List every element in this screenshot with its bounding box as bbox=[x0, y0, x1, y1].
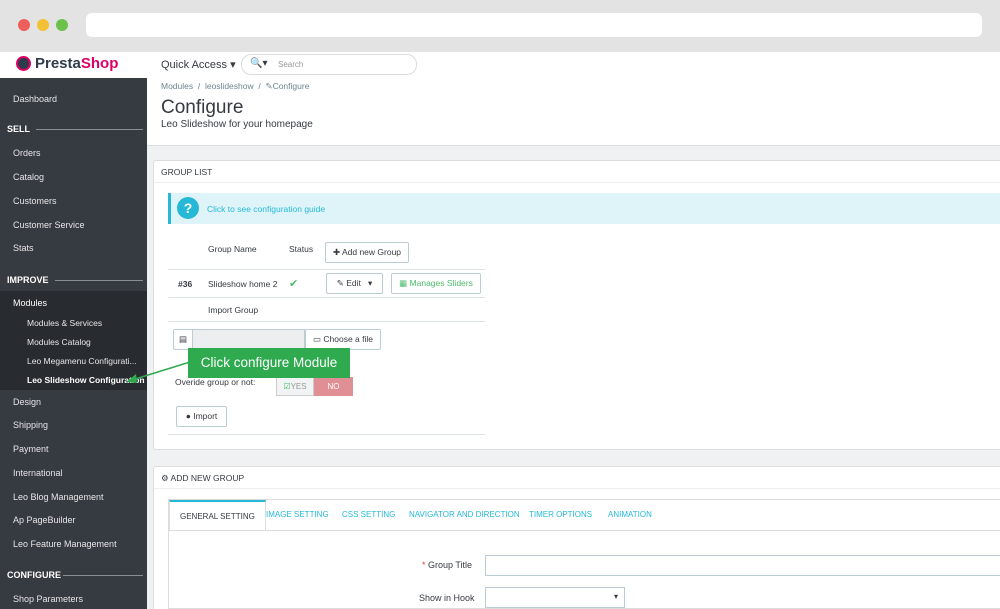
sidebar-item-leo-blog[interactable]: Leo Blog Management bbox=[0, 485, 147, 509]
logo-text-a: Presta bbox=[35, 55, 81, 72]
close-window-button[interactable] bbox=[18, 19, 30, 31]
row-divider bbox=[168, 434, 485, 435]
choose-file-button[interactable]: ▭ Choose a file bbox=[305, 329, 381, 350]
sidebar-section-improve: IMPROVE bbox=[0, 272, 147, 288]
tab-animation[interactable]: ANIMATION bbox=[608, 500, 652, 530]
sidebar-item-ap-pagebuilder[interactable]: Ap PageBuilder bbox=[0, 508, 147, 532]
top-bar: Quick Access ▾ 🔍▾ Search bbox=[147, 52, 1000, 78]
page-subtitle: Leo Slideshow for your homepage bbox=[161, 119, 313, 130]
show-in-hook-select[interactable]: ▾ bbox=[485, 587, 625, 608]
status-check-icon[interactable]: ✔ bbox=[289, 277, 298, 290]
sidebar-item-orders[interactable]: Orders bbox=[0, 141, 147, 165]
group-name: Slideshow home 2 bbox=[208, 279, 278, 289]
group-list-panel: GROUP LIST ? Click to see configuration … bbox=[153, 160, 1000, 450]
config-guide-alert: ? Click to see configuration guide bbox=[168, 193, 1000, 224]
tab-navigator-direction[interactable]: NAVIGATOR AND DIRECTION bbox=[409, 500, 520, 530]
tab-timer-options[interactable]: TIMER OPTIONS bbox=[529, 500, 592, 530]
circle-arrow-icon: ● bbox=[185, 411, 191, 421]
sidebar-item-dashboard[interactable]: Dashboard bbox=[0, 87, 147, 111]
sidebar-item-stats[interactable]: Stats bbox=[0, 236, 147, 260]
breadcrumb-modules[interactable]: Modules bbox=[161, 81, 193, 91]
question-icon: ? bbox=[177, 197, 199, 219]
caret-down-icon: ▾ bbox=[613, 592, 618, 601]
sidebar-item-payment[interactable]: Payment bbox=[0, 437, 147, 461]
breadcrumb-leoslideshow[interactable]: leoslideshow bbox=[205, 81, 254, 91]
breadcrumb-configure: Configure bbox=[272, 81, 310, 91]
import-group-label: Import Group bbox=[208, 305, 259, 315]
tab-css-setting[interactable]: CSS SETTING bbox=[342, 500, 395, 530]
show-in-hook-label: Show in Hook bbox=[419, 593, 475, 603]
sidebar-item-shipping[interactable]: Shipping bbox=[0, 413, 147, 437]
browser-chrome bbox=[0, 0, 1000, 52]
group-title-input[interactable] bbox=[485, 555, 1000, 576]
plus-icon: ✚ bbox=[332, 247, 341, 257]
sidebar-section-sell: SELL bbox=[0, 121, 147, 137]
sidebar-item-catalog[interactable]: Catalog bbox=[0, 165, 147, 189]
search-input[interactable]: Search bbox=[278, 60, 303, 69]
override-yes-toggle[interactable]: ☑YES bbox=[276, 377, 314, 396]
search-box[interactable]: 🔍▾ Search bbox=[241, 54, 417, 75]
page-title: Configure bbox=[161, 97, 244, 118]
override-no-toggle[interactable]: NO bbox=[314, 377, 353, 396]
search-icon[interactable]: 🔍▾ bbox=[250, 58, 267, 69]
caret-down-icon[interactable]: ▾ bbox=[368, 278, 372, 288]
check-icon: ☑ bbox=[283, 382, 291, 391]
sidebar-subitem-modules-services[interactable]: Modules & Services bbox=[0, 314, 147, 333]
address-bar[interactable] bbox=[86, 13, 982, 37]
sidebar-item-leo-feature[interactable]: Leo Feature Management bbox=[0, 532, 147, 556]
file-icon[interactable]: ▤ bbox=[173, 329, 193, 350]
manages-sliders-button[interactable]: ▦ Manages Sliders bbox=[391, 273, 481, 294]
row-divider bbox=[168, 321, 485, 322]
tab-image-setting[interactable]: IMAGE SETTING bbox=[266, 500, 329, 530]
add-new-group-heading: ADD NEW GROUP bbox=[170, 473, 245, 483]
pencil-icon: ✎ bbox=[336, 278, 344, 288]
sidebar-subitem-modules-catalog[interactable]: Modules Catalog bbox=[0, 333, 147, 352]
callout-click-configure-module: Click configure Module bbox=[188, 348, 350, 378]
col-group-name: Group Name bbox=[208, 244, 257, 254]
folder-icon: ▭ bbox=[312, 334, 322, 344]
main-content: Quick Access ▾ 🔍▾ Search Modules / leosl… bbox=[147, 52, 1000, 609]
prestashop-logo-icon bbox=[16, 56, 31, 71]
sidebar-item-shop-parameters[interactable]: Shop Parameters bbox=[0, 587, 147, 609]
sidebar-item-customers[interactable]: Customers bbox=[0, 189, 147, 213]
sidebar-section-configure: CONFIGURE bbox=[0, 567, 147, 583]
import-button[interactable]: ● Import bbox=[176, 406, 227, 427]
sidebar-item-modules[interactable]: Modules bbox=[0, 291, 147, 315]
group-id: #36 bbox=[178, 279, 193, 289]
film-icon: ▦ bbox=[399, 278, 408, 288]
logo-text-b: Shop bbox=[80, 55, 119, 72]
row-divider bbox=[168, 269, 485, 270]
page-header: Modules / leoslideshow / ✎Configure Conf… bbox=[147, 78, 1000, 146]
prestashop-logo[interactable]: PrestaShop bbox=[0, 52, 147, 78]
file-path-input[interactable] bbox=[192, 329, 305, 350]
group-list-heading: GROUP LIST bbox=[154, 161, 1000, 183]
maximize-window-button[interactable] bbox=[56, 19, 68, 31]
minimize-window-button[interactable] bbox=[37, 19, 49, 31]
gears-icon: ⚙ bbox=[161, 473, 169, 483]
sidebar-item-customer-service[interactable]: Customer Service bbox=[0, 213, 147, 237]
add-new-group-button[interactable]: ✚ Add new Group bbox=[325, 242, 409, 263]
sidebar-item-design[interactable]: Design bbox=[0, 390, 147, 414]
col-status: Status bbox=[289, 244, 314, 254]
group-title-label: * Group Title bbox=[422, 560, 473, 570]
add-new-group-panel: ⚙ ADD NEW GROUP GENERAL SETTING IMAGE SE… bbox=[153, 466, 1000, 609]
sidebar-item-international[interactable]: International bbox=[0, 461, 147, 485]
wrench-icon: ✎ bbox=[265, 81, 273, 91]
edit-button[interactable]: ✎ Edit ▾ bbox=[326, 273, 383, 294]
sidebar: PrestaShop Dashboard SELL Orders Catalog… bbox=[0, 52, 147, 609]
tab-general-setting[interactable]: GENERAL SETTING bbox=[169, 500, 266, 530]
breadcrumb: Modules / leoslideshow / ✎Configure bbox=[161, 81, 310, 91]
config-guide-link[interactable]: Click to see configuration guide bbox=[207, 204, 325, 214]
quick-access-dropdown[interactable]: Quick Access ▾ bbox=[161, 58, 236, 71]
row-divider bbox=[168, 297, 485, 298]
